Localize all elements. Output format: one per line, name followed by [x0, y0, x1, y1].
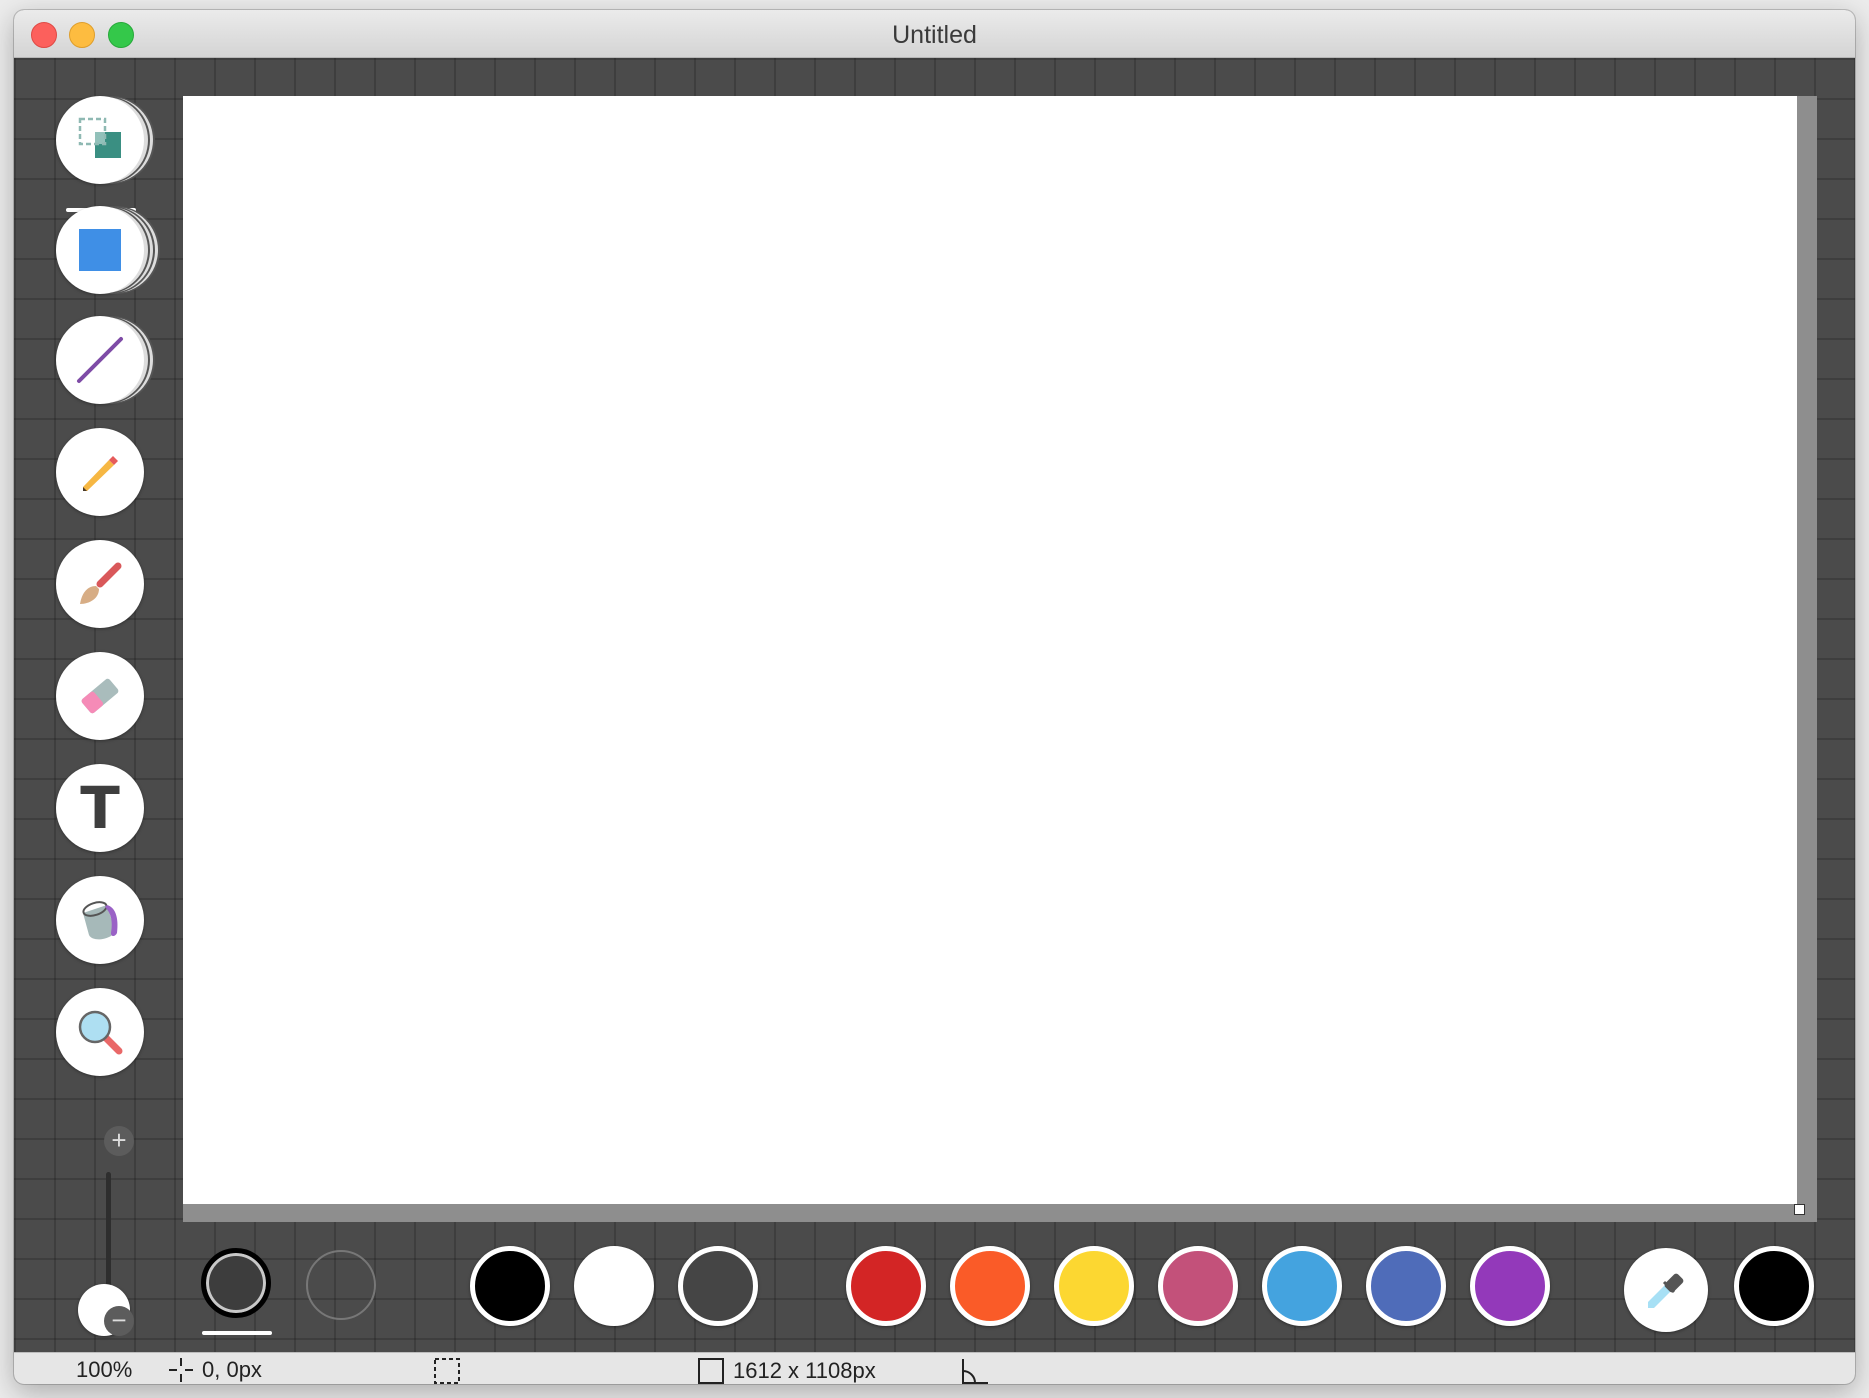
crosshair-icon: [169, 1358, 193, 1382]
line-tool-button[interactable]: [56, 316, 144, 404]
magnifier-icon: [78, 1010, 123, 1055]
line-icon: [77, 337, 123, 383]
window-title: Untitled: [892, 21, 977, 49]
eyedropper-button[interactable]: [1624, 1248, 1708, 1332]
shape-tool-button[interactable]: [56, 206, 144, 294]
canvas-resize-handle[interactable]: [1794, 1204, 1805, 1215]
swatch-red[interactable]: [846, 1246, 926, 1326]
zoom-tool-button[interactable]: [56, 988, 144, 1076]
swatch-yellow[interactable]: [1054, 1246, 1134, 1326]
swatch-orange[interactable]: [950, 1246, 1030, 1326]
swatch-white[interactable]: [574, 1246, 654, 1326]
zoom-out-button[interactable]: −: [104, 1306, 134, 1336]
eraser-tool-button[interactable]: [56, 652, 144, 740]
square-shape-icon: [79, 229, 121, 271]
brush-icon: [80, 562, 122, 604]
swatch-indigo[interactable]: [1366, 1246, 1446, 1326]
swatch-black[interactable]: [470, 1246, 550, 1326]
swatch-pink[interactable]: [1158, 1246, 1238, 1326]
canvas-size: 1612 x 1108px: [733, 1358, 876, 1383]
zoom-in-button[interactable]: +: [104, 1126, 134, 1156]
selection-size-icon: [434, 1358, 460, 1384]
stroke-style-filled[interactable]: [201, 1248, 271, 1318]
status-bar: 100% 0, 0px 1612 x 1108px: [14, 1352, 1855, 1384]
stroke-style-outline[interactable]: [306, 1250, 376, 1320]
cursor-position: 0, 0px: [202, 1357, 262, 1382]
fill-tool-button[interactable]: [56, 876, 144, 964]
text-icon: T: [80, 774, 120, 842]
canvas-size-icon: [698, 1358, 724, 1384]
swatch-sky-blue[interactable]: [1262, 1246, 1342, 1326]
selection-tool-button[interactable]: [56, 96, 144, 184]
brush-tool-button[interactable]: [56, 540, 144, 628]
zoom-slider-track[interactable]: [106, 1172, 111, 1292]
eyedropper-icon: [1648, 1273, 1684, 1308]
selection-icon: [78, 117, 121, 158]
pencil-tool-button[interactable]: [56, 428, 144, 516]
selected-stroke-indicator: [202, 1331, 272, 1335]
app-window: Untitled T + − 100% 0, 0px 1612 x 1108px: [14, 10, 1855, 1384]
paint-bucket-icon: [82, 901, 118, 940]
title-bar: Untitled: [14, 10, 1855, 58]
swatch-purple[interactable]: [1470, 1246, 1550, 1326]
swatch-dark-gray[interactable]: [678, 1246, 758, 1326]
drawing-canvas[interactable]: [183, 96, 1797, 1204]
zoom-level: 100%: [76, 1357, 133, 1382]
eraser-icon: [81, 678, 119, 714]
pencil-icon: [83, 456, 118, 491]
angle-icon: [962, 1359, 988, 1384]
text-tool-button[interactable]: T: [56, 764, 144, 852]
current-color-swatch[interactable]: [1734, 1246, 1814, 1326]
workspace: T + −: [14, 58, 1855, 1352]
